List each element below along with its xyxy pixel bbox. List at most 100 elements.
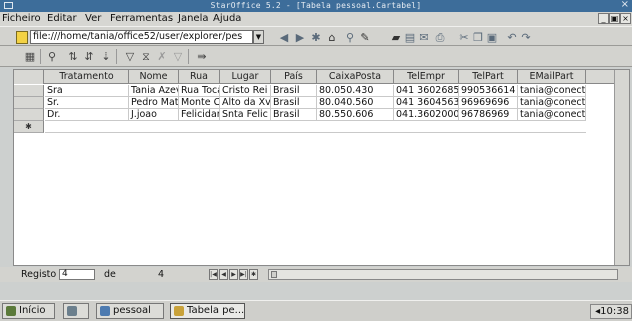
edit-data-icon[interactable]: ▦ — [24, 50, 36, 63]
cell[interactable]: tania@conecti — [518, 109, 586, 121]
new-record-icon[interactable]: ✱ — [249, 269, 258, 280]
undo-icon[interactable]: ↶ — [506, 31, 518, 44]
column-header[interactable]: País — [271, 70, 317, 84]
cell[interactable]: Tania Azev — [129, 85, 179, 97]
cell[interactable]: Pedro Mat — [129, 97, 179, 109]
cell[interactable]: 80.050.430 — [317, 85, 394, 97]
cell[interactable]: tania@conecti — [518, 97, 586, 109]
record-number-input[interactable]: 4 — [59, 269, 95, 280]
column-header[interactable]: Nome — [129, 70, 179, 84]
sort-descending-icon[interactable]: ⇵ — [82, 50, 96, 63]
last-record-icon[interactable]: ▶| — [239, 269, 248, 280]
cell[interactable]: 041.3602000 — [394, 109, 459, 121]
row-selector[interactable] — [14, 109, 44, 121]
title-bar[interactable]: StarOffice 5.2 - [Tabela pessoal.Cartabe… — [0, 0, 632, 12]
cell[interactable]: Alto da Xv — [220, 97, 271, 109]
column-header[interactable]: Rua — [179, 70, 220, 84]
cut-icon[interactable]: ✂ — [458, 31, 470, 44]
window-close-button[interactable]: × — [621, 0, 629, 11]
cell[interactable]: 80.040.560 — [317, 97, 394, 109]
cell[interactable]: Brasil — [271, 85, 317, 97]
sort-icon[interactable]: ⇣ — [100, 50, 112, 63]
menu-ajuda[interactable]: Ajuda — [213, 12, 241, 26]
folder-icon — [100, 306, 110, 316]
menu-editar[interactable]: Editar — [47, 12, 77, 26]
column-header[interactable]: CaixaPosta — [317, 70, 394, 84]
doc-restore-button[interactable]: ▣ — [609, 13, 620, 24]
cell[interactable]: 990536614 — [459, 85, 518, 97]
next-record-icon[interactable]: ▶ — [229, 269, 238, 280]
cell[interactable]: Rua Toca — [179, 85, 220, 97]
previous-record-icon[interactable]: ◀ — [219, 269, 228, 280]
data-to-text-icon[interactable]: ⇛ — [195, 50, 209, 63]
stop-icon[interactable]: ✱ — [310, 31, 322, 44]
vertical-scrollbar[interactable] — [614, 70, 629, 265]
cell[interactable]: 80.550.606 — [317, 109, 394, 121]
open-icon[interactable]: ▰ — [390, 31, 402, 44]
remove-filter-icon[interactable]: ✗ — [156, 50, 168, 63]
cell[interactable]: Sr. — [45, 97, 129, 109]
cell[interactable]: Brasil — [271, 97, 317, 109]
home-icon[interactable]: ⌂ — [326, 31, 338, 44]
window-title: StarOffice 5.2 - [Tabela pessoal.Cartabe… — [210, 1, 422, 10]
new-record-row[interactable] — [45, 121, 586, 133]
cell[interactable]: Brasil — [271, 109, 317, 121]
menu-ver[interactable]: Ver — [85, 12, 101, 26]
taskbar-item-pessoal[interactable]: pessoal — [96, 303, 164, 319]
corner-cell[interactable] — [14, 70, 44, 84]
grid-header: Tratamento Nome Rua Lugar País CaixaPost… — [14, 70, 614, 84]
url-input[interactable]: file:///home/tania/office52/user/explore… — [30, 30, 253, 44]
cell[interactable]: Dr. — [45, 109, 129, 121]
column-header[interactable]: TelPart — [459, 70, 518, 84]
back-icon[interactable]: ◀ — [278, 31, 290, 44]
cell[interactable]: 041 3602685 — [394, 85, 459, 97]
cell[interactable]: 96969696 — [459, 97, 518, 109]
taskbar-item-label: pessoal — [113, 305, 151, 316]
cell[interactable]: tania@conecti — [518, 85, 586, 97]
apply-filter-icon[interactable]: ▽ — [172, 50, 184, 63]
search-icon[interactable]: ⚲ — [344, 31, 356, 44]
column-header[interactable]: Lugar — [220, 70, 271, 84]
sort-ascending-icon[interactable]: ⇅ — [66, 50, 80, 63]
menu-janela[interactable]: Janela — [178, 12, 208, 26]
menu-ficheiro[interactable]: Ficheiro — [2, 12, 41, 26]
edit-file-icon[interactable]: ✎ — [358, 31, 372, 44]
print-icon[interactable]: ⎙ — [434, 31, 446, 44]
doc-close-button[interactable]: × — [620, 13, 631, 24]
save-icon[interactable]: ▤ — [404, 31, 416, 44]
cell[interactable]: 96786969 — [459, 109, 518, 121]
horizontal-scrollbar[interactable] — [268, 269, 618, 280]
url-dropdown-button[interactable]: ▼ — [253, 30, 264, 44]
paste-icon[interactable]: ▣ — [486, 31, 498, 44]
data-grid[interactable]: Tratamento Nome Rua Lugar País CaixaPost… — [13, 69, 630, 266]
column-header[interactable]: EMailPart — [518, 70, 586, 84]
taskbar-item-label: Tabela pe... — [187, 305, 245, 316]
start-button[interactable]: Início — [2, 303, 55, 319]
forward-icon[interactable]: ▶ — [294, 31, 306, 44]
standard-filter-icon[interactable]: ⧖ — [140, 50, 152, 63]
copy-icon[interactable]: ❐ — [472, 31, 484, 44]
row-selector[interactable] — [14, 85, 44, 97]
cell[interactable]: 041 3604563 — [394, 97, 459, 109]
column-header[interactable]: Tratamento — [45, 70, 129, 84]
menu-ferramentas[interactable]: Ferramentas — [110, 12, 173, 26]
cell[interactable]: Snta Felic — [220, 109, 271, 121]
desktop-button[interactable] — [63, 303, 89, 319]
find-record-icon[interactable]: ⚲ — [46, 50, 58, 63]
taskbar-item-tabela[interactable]: Tabela pe... — [170, 303, 245, 319]
record-navigation-bar: Registo 4 de 4 |◀ ◀ ▶ ▶| ✱ — [0, 267, 632, 282]
scroll-thumb[interactable] — [271, 271, 277, 278]
autofilter-icon[interactable]: ▽ — [124, 50, 136, 63]
cell[interactable]: J.joao — [129, 109, 179, 121]
column-header[interactable]: TelEmpr — [394, 70, 459, 84]
send-icon[interactable]: ✉ — [418, 31, 430, 44]
cell[interactable]: Cristo Rei — [220, 85, 271, 97]
first-record-icon[interactable]: |◀ — [209, 269, 218, 280]
doc-minimize-button[interactable]: _ — [598, 13, 609, 24]
row-selector[interactable] — [14, 97, 44, 109]
cell[interactable]: Felicidar — [179, 109, 220, 121]
new-record-row-selector[interactable]: ✱ — [14, 121, 44, 133]
redo-icon[interactable]: ↷ — [520, 31, 532, 44]
cell[interactable]: Sra — [45, 85, 129, 97]
cell[interactable]: Monte C — [179, 97, 220, 109]
